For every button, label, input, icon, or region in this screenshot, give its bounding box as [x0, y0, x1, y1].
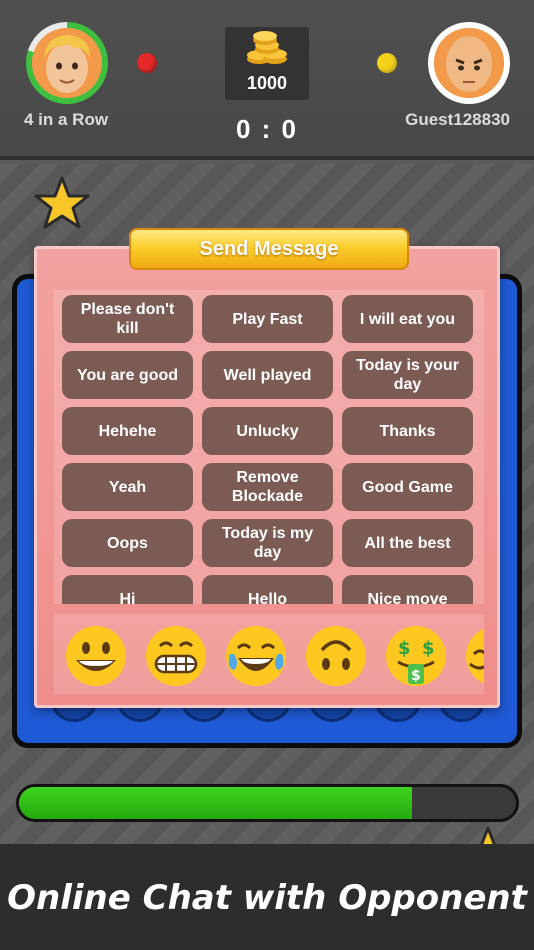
- quick-message-button[interactable]: Oops: [62, 519, 193, 567]
- quick-message-button[interactable]: Hehehe: [62, 407, 193, 455]
- footer-caption: Online Chat with Opponent: [7, 878, 527, 918]
- turn-progress-fill: [19, 787, 412, 819]
- player-left-avatar[interactable]: [26, 22, 108, 104]
- player-left-name: 4 in a Row: [24, 110, 109, 129]
- coin-stack-icon: [247, 31, 287, 64]
- quick-message-button[interactable]: You are good: [62, 351, 193, 399]
- tears-of-joy-icon[interactable]: [224, 624, 288, 688]
- quick-message-button[interactable]: Nice move: [342, 575, 473, 604]
- game-stage: Send Message Please don't kill Play Fast I…: [0, 164, 534, 879]
- quick-message-button[interactable]: Today is my day: [202, 519, 333, 567]
- coin-balance: 1000: [225, 27, 309, 100]
- blond-boy-avatar-icon: [32, 28, 102, 98]
- quick-message-button[interactable]: Unlucky: [202, 407, 333, 455]
- quick-message-list[interactable]: Please don't kill Play Fast I will eat you…: [54, 290, 484, 604]
- quick-message-button[interactable]: Well played: [202, 351, 333, 399]
- quick-message-button[interactable]: Today is your day: [342, 351, 473, 399]
- quick-message-button[interactable]: Remove Blockade: [202, 463, 333, 511]
- coin-value: 1000: [246, 73, 288, 93]
- svg-text:$: $: [411, 668, 421, 684]
- player-right-name: Guest128830: [405, 110, 510, 129]
- bald-man-avatar-icon: [434, 28, 504, 98]
- money-mouth-face-icon[interactable]: $ $ $: [384, 624, 448, 688]
- quick-message-button[interactable]: Good Game: [342, 463, 473, 511]
- red-piece-indicator: [137, 53, 157, 73]
- quick-message-button[interactable]: Thanks: [342, 407, 473, 455]
- game-header: 4 in a Row 1000 0 : 0 Guest128830: [0, 0, 534, 160]
- svg-text:$: $: [398, 638, 411, 659]
- quick-message-button[interactable]: Hello: [202, 575, 333, 604]
- emoji-strip[interactable]: $ $ $: [54, 614, 484, 694]
- send-message-dialog: Send Message Please don't kill Play Fast I…: [34, 228, 500, 708]
- grimacing-face-icon[interactable]: [144, 624, 208, 688]
- grinning-face-icon[interactable]: [64, 624, 128, 688]
- promo-footer: Online Chat with Opponent: [0, 844, 534, 950]
- quick-message-button[interactable]: Yeah: [62, 463, 193, 511]
- player-right-avatar[interactable]: [428, 22, 510, 104]
- partial-emoji-icon[interactable]: [464, 624, 484, 688]
- upside-down-face-icon[interactable]: [304, 624, 368, 688]
- yellow-piece-indicator: [377, 53, 397, 73]
- quick-message-button[interactable]: Please don't kill: [62, 295, 193, 343]
- star-icon: [34, 176, 90, 229]
- quick-message-button[interactable]: All the best: [342, 519, 473, 567]
- turn-progress-bar: [16, 784, 519, 822]
- match-score: 0 : 0: [235, 114, 299, 144]
- svg-text:$: $: [422, 638, 435, 659]
- quick-message-button[interactable]: Hi: [62, 575, 193, 604]
- quick-message-button[interactable]: I will eat you: [342, 295, 473, 343]
- dialog-title: Send Message: [129, 228, 409, 270]
- quick-message-button[interactable]: Play Fast: [202, 295, 333, 343]
